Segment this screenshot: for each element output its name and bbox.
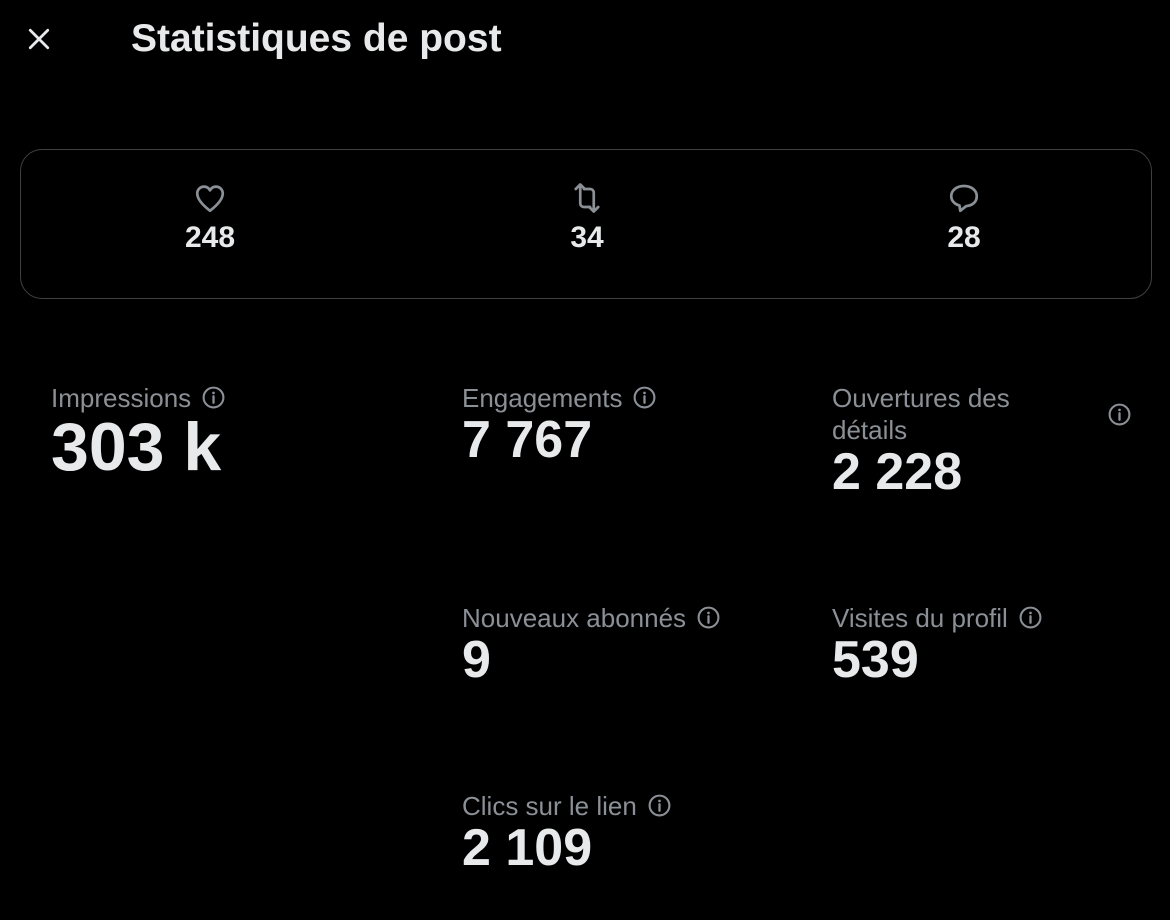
info-icon[interactable] xyxy=(201,385,226,410)
close-button[interactable] xyxy=(14,14,64,64)
repost-icon xyxy=(574,183,600,213)
info-icon[interactable] xyxy=(1018,605,1043,630)
page-title: Statistiques de post xyxy=(131,17,502,60)
header: Statistiques de post xyxy=(0,0,1170,80)
engagement-summary: 248 34 28 xyxy=(20,149,1152,299)
metric-value: 7 767 xyxy=(462,411,593,469)
metric-value: 2 228 xyxy=(832,443,963,501)
reply-icon xyxy=(949,184,979,213)
metric-value: 539 xyxy=(832,631,919,689)
info-icon[interactable] xyxy=(696,605,721,630)
metric-new-followers: Nouveaux abonnés 9 xyxy=(462,602,721,690)
close-icon xyxy=(28,28,50,50)
metric-link-clicks: Clics sur le lien 2 109 xyxy=(462,790,672,878)
likes-count: 248 xyxy=(184,221,236,254)
metric-profile-visits: Visites du profil 539 xyxy=(832,602,1043,690)
metric-value: 9 xyxy=(462,631,491,689)
replies-stat[interactable]: 28 xyxy=(884,180,1044,256)
metric-label: Ouvertures des détails xyxy=(832,383,1010,445)
replies-count: 28 xyxy=(947,221,981,254)
heart-icon xyxy=(195,185,225,213)
metric-detail-expands: Ouvertures des détails 2 228 xyxy=(832,382,1132,502)
metric-value: 2 109 xyxy=(462,819,593,877)
info-icon[interactable] xyxy=(632,385,657,410)
info-icon[interactable] xyxy=(647,793,672,818)
reposts-count: 34 xyxy=(570,221,604,254)
metric-value: 303 k xyxy=(51,409,222,485)
metric-engagements: Engagements 7 767 xyxy=(462,382,657,470)
reposts-stat[interactable]: 34 xyxy=(507,180,667,256)
info-icon[interactable] xyxy=(1107,402,1132,427)
metric-impressions: Impressions 303 k xyxy=(51,382,226,486)
metric-label: Nouveaux abonnés xyxy=(462,603,687,633)
likes-stat[interactable]: 248 xyxy=(130,180,290,256)
